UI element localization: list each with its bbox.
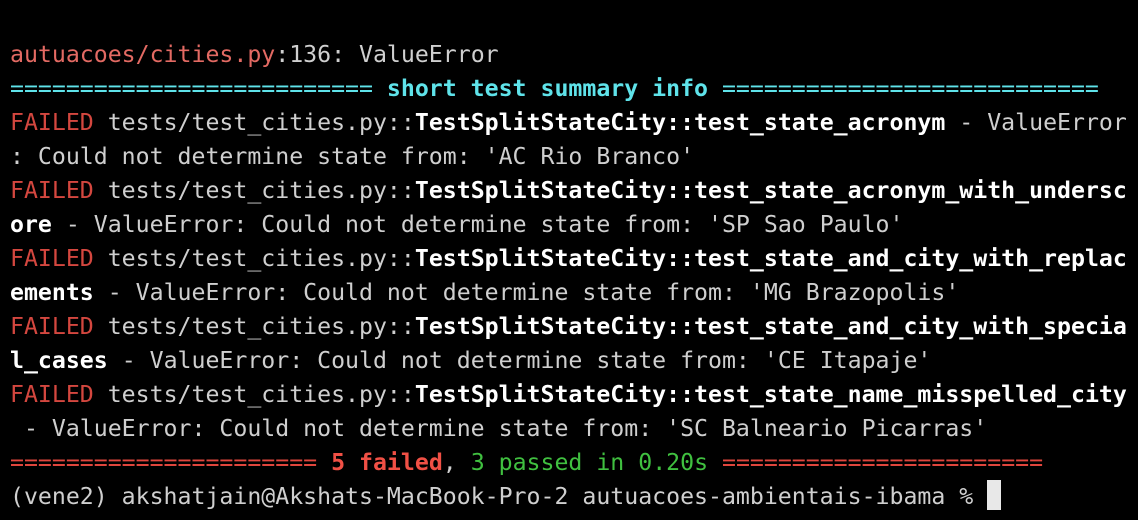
failed-count: 5 failed: [331, 449, 443, 476]
test-name: TestSplitStateCity::test_state_acronym: [414, 109, 946, 136]
passed-count: 3 passed: [470, 449, 583, 476]
test-file-path: tests/test_cities.py::: [93, 177, 415, 204]
failure-line: FAILED tests/test_cities.py::TestSplitSt…: [10, 106, 1138, 140]
error-message: : Could not determine state from: 'AC Ri…: [10, 143, 695, 170]
test-name: TestSplitStateCity::test_state_name_miss…: [414, 381, 1127, 408]
terminal-window[interactable]: autuacoes/cities.py:136: ValueError ====…: [0, 0, 1138, 520]
error-summary: - ValueError: [945, 109, 1127, 136]
failure-line: FAILED tests/test_cities.py::TestSplitSt…: [10, 174, 1138, 208]
failure-line-wrap: ements - ValueError: Could not determine…: [10, 276, 1138, 310]
shell-prompt-line[interactable]: (vene2) akshatjain@Akshats-MacBook-Pro-2…: [10, 480, 1138, 514]
error-message: - ValueError: Could not determine state …: [93, 279, 960, 306]
failure-line: FAILED tests/test_cities.py::TestSplitSt…: [10, 378, 1138, 412]
failed-label: FAILED: [10, 177, 94, 204]
test-name-continued: ements: [10, 279, 94, 306]
failed-label: FAILED: [10, 313, 94, 340]
failure-line-wrap: l_cases - ValueError: Could not determin…: [10, 344, 1138, 378]
failure-line-wrap: - ValueError: Could not determine state …: [10, 412, 1138, 446]
failed-label: FAILED: [10, 381, 94, 408]
error-message: - ValueError: Could not determine state …: [10, 415, 988, 442]
test-name: TestSplitStateCity::test_state_acronym_w…: [414, 177, 1127, 204]
error-location-line: autuacoes/cities.py:136: ValueError: [10, 38, 1138, 72]
error-file-path: autuacoes/cities.py: [10, 41, 276, 68]
summary-header: ========================== short test su…: [10, 72, 1138, 106]
result-right-rule: =======================: [708, 449, 1044, 476]
test-duration: in 0.20s: [582, 449, 709, 476]
test-name: TestSplitStateCity::test_state_and_city_…: [414, 313, 1127, 340]
test-name-continued: l_cases: [10, 347, 108, 374]
test-file-path: tests/test_cities.py::: [93, 245, 415, 272]
test-file-path: tests/test_cities.py::: [93, 313, 415, 340]
result-left-rule: ======================: [10, 449, 332, 476]
test-file-path: tests/test_cities.py::: [93, 109, 415, 136]
failed-label: FAILED: [10, 245, 94, 272]
test-file-path: tests/test_cities.py::: [93, 381, 415, 408]
failure-line: FAILED tests/test_cities.py::TestSplitSt…: [10, 242, 1138, 276]
text-cursor[interactable]: [987, 480, 1002, 510]
test-name: TestSplitStateCity::test_state_and_city_…: [414, 245, 1127, 272]
result-summary-line: ====================== 5 failed, 3 passe…: [10, 446, 1138, 480]
summary-header-label: short test summary info: [386, 75, 709, 102]
error-line-and-type: :136: ValueError: [275, 41, 499, 68]
error-message: - ValueError: Could not determine state …: [107, 347, 932, 374]
failure-line-wrap: ore - ValueError: Could not determine st…: [10, 208, 1138, 242]
test-name-continued: ore: [10, 211, 52, 238]
error-message: - ValueError: Could not determine state …: [51, 211, 904, 238]
shell-prompt: (vene2) akshatjain@Akshats-MacBook-Pro-2…: [10, 483, 988, 510]
failure-line-wrap: : Could not determine state from: 'AC Ri…: [10, 140, 1138, 174]
failed-label: FAILED: [10, 109, 94, 136]
failure-line: FAILED tests/test_cities.py::TestSplitSt…: [10, 310, 1138, 344]
result-separator: ,: [442, 449, 471, 476]
summary-left-rule: ==========================: [10, 75, 387, 102]
summary-right-rule: ===========================: [708, 75, 1099, 102]
